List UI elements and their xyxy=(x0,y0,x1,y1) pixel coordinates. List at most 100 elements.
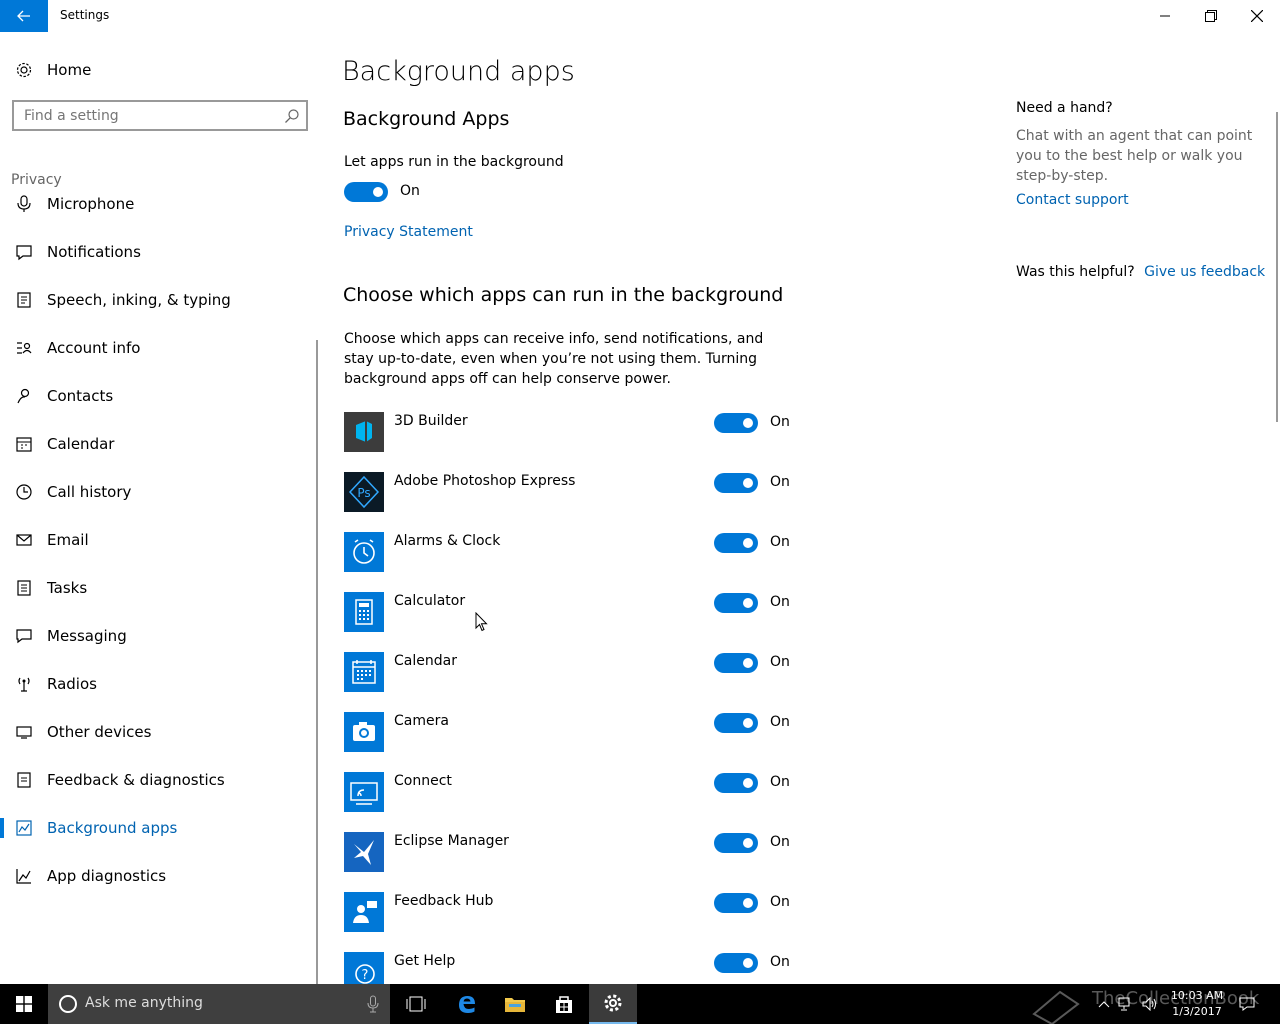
mouse-cursor-icon xyxy=(475,612,488,632)
sidebar-item-app-diagnostics[interactable]: App diagnostics xyxy=(0,856,316,896)
sidebar-item-label: Account info xyxy=(47,339,141,357)
volume-icon xyxy=(1142,997,1156,1011)
search-input[interactable] xyxy=(14,102,274,129)
sidebar-item-speech[interactable]: Speech, inking, & typing xyxy=(0,280,316,320)
network-tray-button[interactable] xyxy=(1116,984,1136,1024)
sidebar-item-feedback[interactable]: Feedback & diagnostics xyxy=(0,760,316,800)
close-button[interactable] xyxy=(1234,0,1280,32)
sidebar-scrollbar[interactable] xyxy=(316,340,318,1000)
edge-taskbar-button[interactable] xyxy=(443,984,491,1024)
app-row: 3D Builder On xyxy=(342,412,802,452)
sidebar-item-calendar[interactable]: Calendar xyxy=(0,424,316,464)
network-icon xyxy=(1118,997,1130,1011)
edge-icon xyxy=(459,996,475,1013)
app-background-toggle[interactable] xyxy=(714,713,758,733)
find-setting-search[interactable] xyxy=(12,100,308,131)
sidebar-item-microphone[interactable]: Microphone xyxy=(0,184,316,224)
store-icon xyxy=(556,996,572,1013)
app-row: Camera On xyxy=(342,712,802,752)
app-toggle-state: On xyxy=(770,594,790,610)
sidebar-item-background-apps[interactable]: Background apps xyxy=(0,808,316,848)
chevron-up-icon xyxy=(1098,1001,1110,1008)
sidebar-item-label: Radios xyxy=(47,675,97,693)
contact-support-link[interactable]: Contact support xyxy=(1016,192,1266,208)
sidebar-item-label: Tasks xyxy=(47,579,88,597)
restore-button[interactable] xyxy=(1188,0,1234,32)
app-name: Calculator xyxy=(394,593,466,609)
clock-date: 1/3/2017 xyxy=(1172,1005,1222,1018)
task-view-button[interactable] xyxy=(392,984,440,1024)
windows-logo-icon xyxy=(16,996,32,1012)
sidebar-item-label: Background apps xyxy=(47,819,178,837)
file-explorer-taskbar-button[interactable] xyxy=(491,984,539,1024)
sidebar: Home Privacy MicrophoneNotificationsSpee… xyxy=(0,32,318,1000)
watermark-book-icon xyxy=(1032,990,1080,1024)
sidebar-item-messaging[interactable]: Messaging xyxy=(0,616,316,656)
microphone-icon xyxy=(15,195,33,213)
app-background-toggle[interactable] xyxy=(714,893,758,913)
action-center-button[interactable] xyxy=(1236,984,1258,1024)
connect-icon xyxy=(344,772,384,812)
app-row: Calendar On xyxy=(342,652,802,692)
app-name: 3D Builder xyxy=(394,413,468,429)
3d-builder-icon xyxy=(344,412,384,452)
sidebar-item-call-history[interactable]: Call history xyxy=(0,472,316,512)
content-scrollbar[interactable] xyxy=(1276,112,1278,422)
home-nav-item[interactable]: Home xyxy=(0,52,318,88)
sidebar-item-label: Messaging xyxy=(47,627,127,645)
back-arrow-icon xyxy=(17,10,30,22)
cortana-search-box[interactable]: Ask me anything xyxy=(48,984,390,1024)
search-icon[interactable] xyxy=(284,108,300,124)
give-feedback-link[interactable]: Give us feedback xyxy=(1144,264,1265,280)
app-name: Calendar xyxy=(394,653,457,669)
app-toggle-state: On xyxy=(770,534,790,550)
app-background-toggle[interactable] xyxy=(714,653,758,673)
app-background-toggle[interactable] xyxy=(714,953,758,973)
restore-icon xyxy=(1205,10,1217,22)
sidebar-item-contacts[interactable]: Contacts xyxy=(0,376,316,416)
feedback-hub-icon xyxy=(344,892,384,932)
sidebar-item-other-devices[interactable]: Other devices xyxy=(0,712,316,752)
account-info-icon xyxy=(15,339,33,357)
privacy-statement-link[interactable]: Privacy Statement xyxy=(344,222,473,242)
other-devices-icon xyxy=(15,723,33,741)
app-toggle-state: On xyxy=(770,834,790,850)
back-button[interactable] xyxy=(0,0,48,32)
store-taskbar-button[interactable] xyxy=(540,984,588,1024)
sidebar-item-tasks[interactable]: Tasks xyxy=(0,568,316,608)
eclipse-manager-icon xyxy=(344,832,384,872)
start-button[interactable] xyxy=(0,984,48,1024)
tray-overflow-button[interactable] xyxy=(1094,984,1114,1024)
microphone-icon[interactable] xyxy=(366,995,380,1013)
volume-tray-button[interactable] xyxy=(1140,984,1160,1024)
sidebar-item-radios[interactable]: Radios xyxy=(0,664,316,704)
sidebar-item-label: Microphone xyxy=(47,195,135,213)
photoshop-express-icon: Ps xyxy=(344,472,384,512)
sidebar-item-notifications[interactable]: Notifications xyxy=(0,232,316,272)
app-row: Feedback Hub On xyxy=(342,892,802,932)
minimize-button[interactable] xyxy=(1142,0,1188,32)
calendar-icon xyxy=(15,435,33,453)
settings-taskbar-button[interactable] xyxy=(589,984,637,1024)
app-background-toggle[interactable] xyxy=(714,833,758,853)
sidebar-item-label: Email xyxy=(47,531,89,549)
cortana-placeholder: Ask me anything xyxy=(85,995,203,1011)
app-background-toggle[interactable] xyxy=(714,773,758,793)
app-background-toggle[interactable] xyxy=(714,593,758,613)
app-name: Feedback Hub xyxy=(394,893,494,909)
selection-indicator xyxy=(0,818,4,838)
taskbar-clock[interactable]: 10:03 AM 1/3/2017 xyxy=(1160,988,1234,1020)
app-background-toggle[interactable] xyxy=(714,473,758,493)
section-title-choose-apps: Choose which apps can run in the backgro… xyxy=(343,284,784,306)
app-row: Alarms & Clock On xyxy=(342,532,802,572)
sidebar-item-account-info[interactable]: Account info xyxy=(0,328,316,368)
alarm-clock-icon xyxy=(344,532,384,572)
sidebar-item-email[interactable]: Email xyxy=(0,520,316,560)
app-background-toggle[interactable] xyxy=(714,413,758,433)
help-title: Need a hand? xyxy=(1016,100,1113,116)
master-background-toggle[interactable] xyxy=(344,182,388,202)
sidebar-item-label: Feedback & diagnostics xyxy=(47,771,225,789)
home-label: Home xyxy=(47,61,92,79)
app-row: Eclipse Manager On xyxy=(342,832,802,872)
app-background-toggle[interactable] xyxy=(714,533,758,553)
